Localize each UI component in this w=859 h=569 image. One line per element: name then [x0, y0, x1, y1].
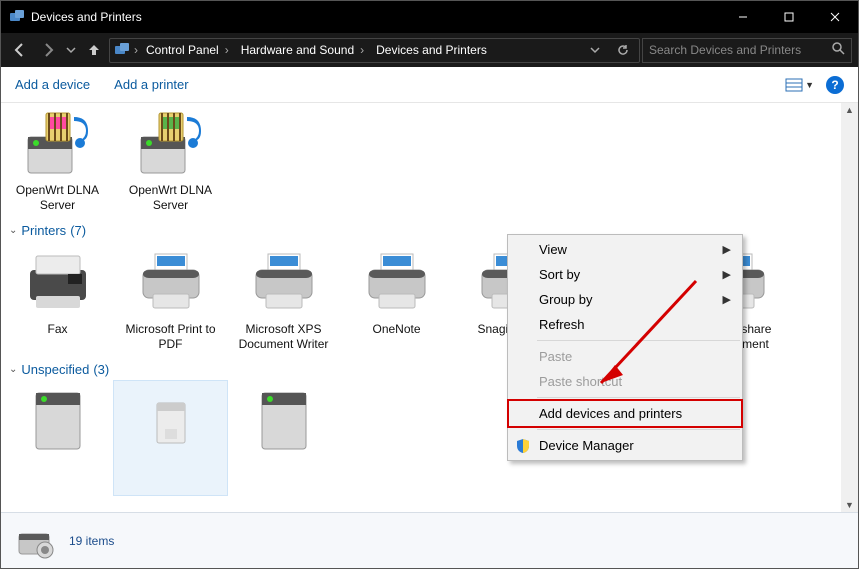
submenu-arrow-icon: ▶	[723, 268, 731, 281]
devices-and-printers-icon	[9, 9, 25, 25]
window-title: Devices and Printers	[31, 10, 142, 24]
drive-icon	[22, 385, 94, 457]
chevron-right-icon: ›	[225, 43, 229, 57]
printer-label: Fax	[1, 322, 114, 356]
up-button[interactable]	[81, 37, 107, 63]
drive-icon	[248, 385, 320, 457]
menu-separator	[537, 340, 740, 341]
device-label: OpenWrt DLNA Server	[1, 183, 114, 217]
chevron-right-icon: ›	[134, 43, 138, 57]
location-icon	[114, 42, 130, 58]
device-label: OpenWrt DLNA Server	[114, 183, 227, 217]
group-label: Unspecified	[21, 362, 89, 377]
printer-label: Microsoft XPS Document Writer	[227, 322, 340, 356]
command-bar: Add a device Add a printer ▼ ?	[1, 67, 858, 103]
recent-locations-button[interactable]	[63, 37, 79, 63]
refresh-button[interactable]	[611, 39, 635, 62]
printer-item[interactable]: Microsoft XPS Document Writer	[227, 242, 340, 356]
media-server-icon	[135, 107, 207, 179]
menu-separator	[537, 397, 740, 398]
generic-device-icon	[135, 385, 207, 457]
ctx-add-devices-and-printers[interactable]: Add devices and printers	[509, 401, 741, 426]
device-item[interactable]	[227, 381, 340, 495]
ctx-group-by[interactable]: Group by▶	[509, 287, 741, 312]
printer-item[interactable]: OneNote	[340, 242, 453, 356]
chevron-right-icon: ›	[360, 43, 364, 57]
breadcrumb-item[interactable]: Devices and Printers	[372, 39, 491, 62]
vertical-scrollbar[interactable]: ▲ ▼	[841, 103, 858, 512]
scroll-up-button[interactable]: ▲	[843, 103, 856, 117]
submenu-arrow-icon: ▶	[723, 243, 731, 256]
printer-label: Microsoft Print to PDF	[114, 322, 227, 356]
view-options-button[interactable]: ▼	[785, 78, 814, 92]
ctx-paste: Paste	[509, 344, 741, 369]
printer-icon	[248, 246, 320, 318]
printer-item[interactable]: Fax	[1, 242, 114, 356]
submenu-arrow-icon: ▶	[723, 293, 731, 306]
media-server-icon	[22, 107, 94, 179]
maximize-button[interactable]	[766, 1, 812, 33]
help-button[interactable]: ?	[826, 76, 844, 94]
search-icon	[832, 42, 845, 58]
device-label	[227, 461, 340, 495]
ctx-sort-by[interactable]: Sort by▶	[509, 262, 741, 287]
window: Devices and Printers › Control Panel› Ha…	[0, 0, 859, 569]
view-icon	[785, 78, 803, 92]
printer-label: OneNote	[340, 322, 453, 356]
search-placeholder: Search Devices and Printers	[649, 43, 801, 57]
status-thumbnail-icon	[15, 520, 57, 562]
status-bar: 19 items	[1, 512, 858, 568]
context-menu: View▶ Sort by▶ Group by▶ Refresh Paste P…	[507, 234, 743, 461]
device-label	[1, 461, 114, 495]
group-count: (7)	[70, 223, 86, 238]
collapse-arrow-icon: ⌄	[9, 364, 17, 375]
add-printer-button[interactable]: Add a printer	[114, 77, 188, 92]
back-button[interactable]	[7, 37, 33, 63]
device-item[interactable]: OpenWrt DLNA Server	[114, 103, 227, 217]
device-item[interactable]	[114, 381, 227, 495]
minimize-button[interactable]	[720, 1, 766, 33]
dropdown-arrow-icon: ▼	[805, 80, 814, 90]
devices-group-items: OpenWrt DLNA Server OpenWrt DLNA Server	[1, 103, 858, 217]
close-button[interactable]	[812, 1, 858, 33]
breadcrumb-item[interactable]: Control Panel›	[142, 39, 233, 62]
group-label: Printers	[21, 223, 66, 238]
printer-item[interactable]: Microsoft Print to PDF	[114, 242, 227, 356]
search-input[interactable]: Search Devices and Printers	[642, 38, 852, 63]
ctx-refresh[interactable]: Refresh	[509, 312, 741, 337]
printer-icon	[361, 246, 433, 318]
address-history-button[interactable]	[583, 39, 607, 62]
device-label	[114, 461, 227, 495]
titlebar: Devices and Printers	[1, 1, 858, 33]
group-count: (3)	[93, 362, 109, 377]
status-item-count: 19 items	[69, 534, 114, 548]
address-bar: › Control Panel› Hardware and Sound› Dev…	[1, 33, 858, 67]
collapse-arrow-icon: ⌄	[9, 225, 17, 236]
forward-button[interactable]	[35, 37, 61, 63]
printer-icon	[135, 246, 207, 318]
menu-separator	[537, 429, 740, 430]
content-area: OpenWrt DLNA Server OpenWrt DLNA Server …	[1, 103, 858, 512]
device-item[interactable]	[1, 381, 114, 495]
device-item[interactable]: OpenWrt DLNA Server	[1, 103, 114, 217]
ctx-device-manager[interactable]: Device Manager	[509, 433, 741, 458]
breadcrumb-item[interactable]: Hardware and Sound›	[237, 39, 368, 62]
add-device-button[interactable]: Add a device	[15, 77, 90, 92]
shield-icon	[515, 438, 531, 454]
ctx-paste-shortcut: Paste shortcut	[509, 369, 741, 394]
scroll-down-button[interactable]: ▼	[843, 498, 856, 512]
address-box[interactable]: › Control Panel› Hardware and Sound› Dev…	[109, 38, 640, 63]
fax-icon	[22, 246, 94, 318]
ctx-view[interactable]: View▶	[509, 237, 741, 262]
